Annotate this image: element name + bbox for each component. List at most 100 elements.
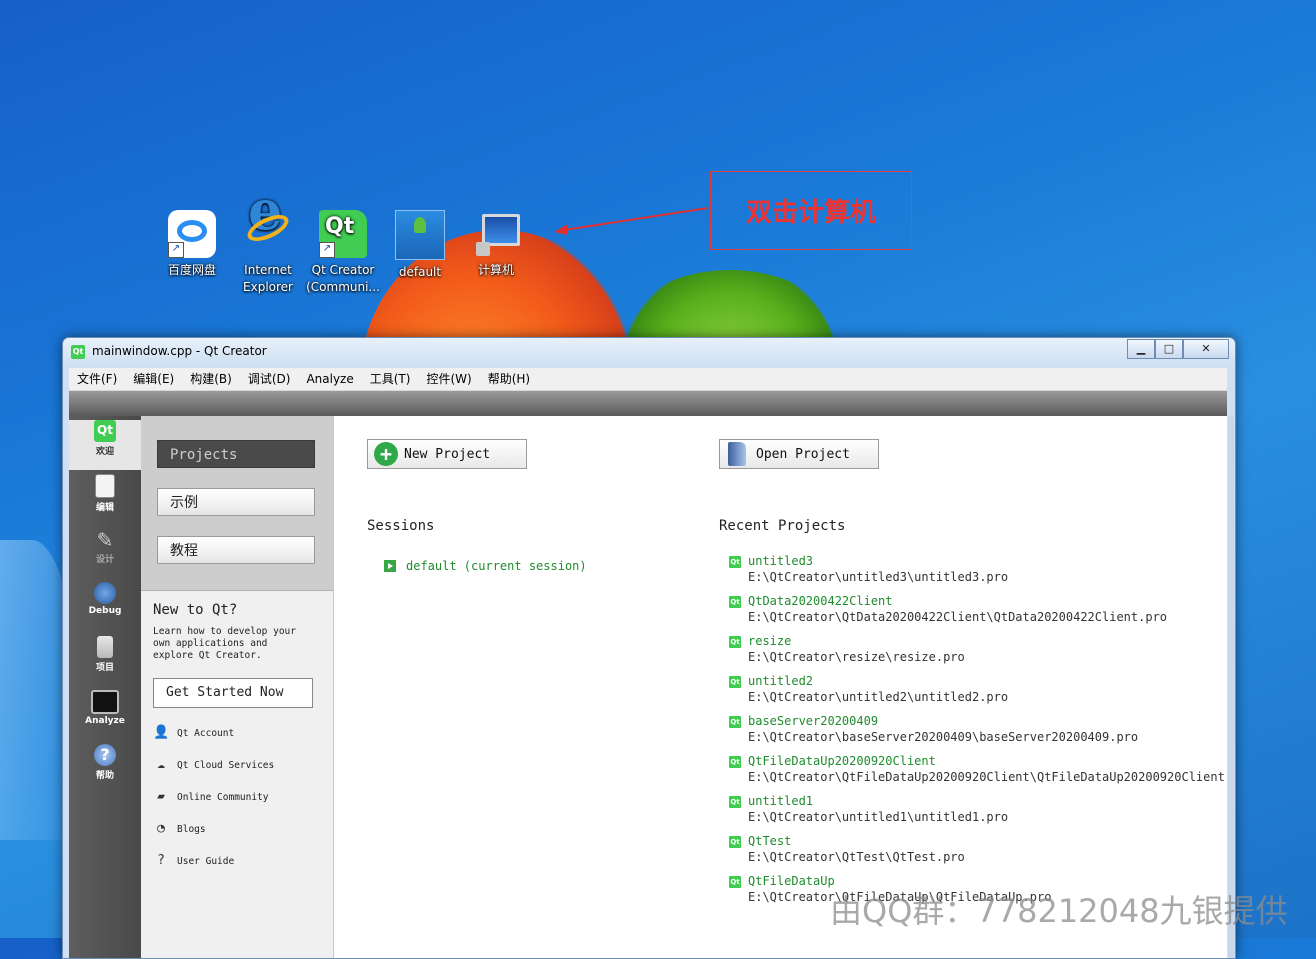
qt-project-icon: Qt [729, 556, 741, 568]
desktop-icon-computer[interactable]: 计算机 [458, 210, 534, 279]
get-started-button[interactable]: Get Started Now [153, 678, 313, 708]
mode-label: 项目 [95, 663, 114, 673]
recent-project-item[interactable]: Qt QtData20200422Client E:\QtCreator\QtDat… [729, 594, 1227, 634]
plus-circle-icon: + [374, 442, 398, 466]
desktop-icon-internet-explorer[interactable]: Internet Explorer [230, 202, 306, 296]
welcome-nav: Projects 示例 教程 [141, 416, 333, 591]
recent-project-item[interactable]: Qt QtTest E:\QtCreator\QtTest\QtTest.pro [729, 834, 1227, 874]
desktop-icon-default[interactable]: default [382, 210, 458, 281]
qt-app-icon: Qt [71, 345, 85, 359]
recent-project-item[interactable]: Qt untitled3 E:\QtCreator\untitled3\untitl… [729, 554, 1227, 594]
project-name: QtFileDataUp [748, 874, 835, 888]
project-path: E:\QtCreator\untitled2\untitled2.pro [748, 690, 1009, 704]
question-icon: ? [157, 853, 165, 868]
desktop-icon-qt-creator[interactable]: ↗ Qt Creator (Communi... [305, 210, 381, 296]
bug-icon [94, 582, 116, 604]
open-project-button[interactable]: Open Project [719, 439, 879, 469]
qt-project-icon: Qt [729, 756, 741, 768]
desktop-icon-label: Qt Creator [311, 263, 375, 277]
menu-help[interactable]: 帮助(H) [480, 368, 538, 390]
project-path: E:\QtCreator\baseServer20200409\baseServ… [748, 730, 1139, 744]
maximize-button[interactable]: □ [1155, 339, 1183, 359]
mode-welcome[interactable]: 欢迎 [69, 420, 141, 470]
sessions-heading: Sessions [367, 518, 435, 534]
baidu-netdisk-icon: ↗ [168, 210, 216, 258]
minimize-button[interactable]: ▁ [1127, 339, 1155, 359]
recent-project-item[interactable]: Qt untitled1 E:\QtCreator\untitled1\untitl… [729, 794, 1227, 834]
menu-widgets[interactable]: 控件(W) [418, 368, 479, 390]
qt-project-icon: Qt [729, 836, 741, 848]
tutorials-tab[interactable]: 教程 [157, 536, 315, 564]
project-name: untitled1 [748, 794, 814, 808]
project-name: baseServer20200409 [748, 714, 879, 728]
online-community-link[interactable]: ▰ Online Community [153, 788, 269, 806]
link-label: Online Community [177, 791, 269, 803]
new-to-qt-description: Learn how to develop your own applicatio… [153, 626, 296, 661]
mode-design[interactable]: 设计 [69, 528, 141, 578]
image-file-icon [395, 210, 445, 260]
mode-label: Debug [88, 606, 122, 616]
menu-analyze[interactable]: Analyze [298, 368, 361, 390]
recent-project-item[interactable]: Qt QtFileDataUp20200920Client E:\QtCreator… [729, 754, 1227, 794]
project-name: QtTest [748, 834, 792, 848]
recent-project-item[interactable]: Qt resize E:\QtCreator\resize\resize.pro [729, 634, 1227, 674]
new-to-qt-heading: New to Qt? [153, 602, 238, 618]
qt-account-link[interactable]: 👤 Qt Account [153, 724, 234, 742]
folder-icon [97, 636, 113, 658]
recent-project-item[interactable]: Qt untitled2 E:\QtCreator\untitled2\untitl… [729, 674, 1227, 714]
annotation-arrow-icon [554, 207, 709, 235]
mode-projects[interactable]: 项目 [69, 636, 141, 686]
desktop-icon-label: Internet [244, 263, 292, 277]
new-project-button[interactable]: + New Project [367, 439, 527, 469]
blogs-link[interactable]: ◔ Blogs [153, 820, 206, 838]
user-guide-link[interactable]: ? User Guide [153, 852, 234, 870]
project-name: untitled2 [748, 674, 814, 688]
project-path: E:\QtCreator\untitled3\untitled3.pro [748, 570, 1009, 584]
title-bar[interactable]: Qt mainwindow.cpp - Qt Creator ▁ □ ✕ [63, 338, 1235, 366]
menu-tools[interactable]: 工具(T) [362, 368, 419, 390]
link-label: User Guide [177, 855, 235, 867]
chat-bubble-icon: ▰ [157, 789, 165, 804]
examples-tab[interactable]: 示例 [157, 488, 315, 516]
desktop-icon-label-line2: Explorer [243, 280, 293, 294]
qt-creator-window: Qt mainwindow.cpp - Qt Creator ▁ □ ✕ 文件(… [62, 337, 1236, 959]
qt-creator-icon: ↗ [319, 210, 367, 258]
menu-debug[interactable]: 调试(D) [240, 368, 299, 390]
cloud-icon: ☁ [157, 757, 165, 772]
mode-edit[interactable]: 编辑 [69, 474, 141, 524]
qt-cloud-link[interactable]: ☁ Qt Cloud Services [153, 756, 274, 774]
session-label: default (current session) [406, 559, 587, 573]
desktop-icon-label: 百度网盘 [167, 263, 216, 277]
shortcut-arrow-icon: ↗ [168, 242, 184, 258]
user-icon: 👤 [153, 725, 170, 740]
button-label: Open Project [756, 447, 850, 462]
qt-project-icon: Qt [729, 876, 741, 888]
project-name: untitled3 [748, 554, 814, 568]
annotation-box: 双击计算机 [710, 171, 912, 250]
project-name: resize [748, 634, 792, 648]
projects-tab[interactable]: Projects [157, 440, 315, 468]
mode-analyze[interactable]: Analyze [69, 690, 141, 740]
desktop-icon-label-line2: (Communi... [306, 280, 380, 294]
session-item[interactable]: default (current session) [384, 559, 587, 573]
menu-edit[interactable]: 编辑(E) [125, 368, 182, 390]
close-button[interactable]: ✕ [1183, 339, 1229, 359]
mode-label: 帮助 [95, 771, 114, 781]
welcome-main: + New Project Open Project Sessions Rece… [334, 416, 1227, 958]
qt-project-icon: Qt [729, 716, 741, 728]
desktop-icon-baidu-netdisk[interactable]: ↗ 百度网盘 [154, 210, 230, 279]
help-icon: ? [94, 744, 116, 766]
menu-build[interactable]: 构建(B) [182, 368, 240, 390]
mode-label: 设计 [95, 555, 114, 565]
oscilloscope-icon [91, 690, 119, 714]
mode-debug[interactable]: Debug [69, 582, 141, 632]
button-label: New Project [404, 447, 491, 462]
project-path: E:\QtCreator\QtTest\QtTest.pro [748, 850, 965, 864]
mode-label: Analyze [85, 716, 125, 726]
mode-help[interactable]: ? 帮助 [69, 744, 141, 794]
menu-file[interactable]: 文件(F) [69, 368, 125, 390]
recent-project-item[interactable]: Qt baseServer20200409 E:\QtCreator\baseSer… [729, 714, 1227, 754]
desktop-icon-label: 计算机 [477, 263, 514, 277]
mode-label: 编辑 [95, 503, 114, 513]
mode-selector: 欢迎 编辑 设计 Debug 项目 Analyze ? 帮助 [69, 416, 141, 958]
